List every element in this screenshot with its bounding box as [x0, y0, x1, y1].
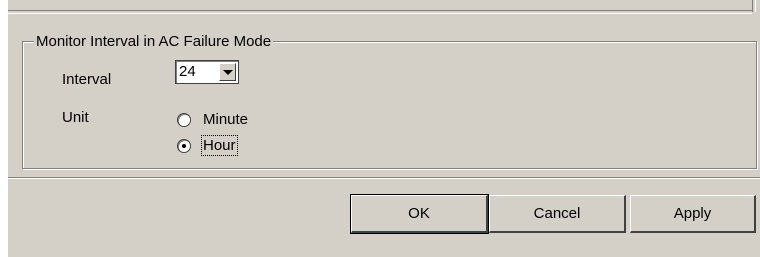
- radio-hour-circle[interactable]: [177, 139, 191, 153]
- apply-button[interactable]: Apply: [630, 195, 756, 233]
- chevron-down-icon[interactable]: [219, 63, 236, 81]
- group-title: Monitor Interval in AC Failure Mode: [34, 33, 274, 50]
- unit-label: Unit: [62, 109, 89, 126]
- button-separator: [8, 177, 760, 179]
- radio-minute-circle[interactable]: [177, 113, 191, 127]
- radio-selected-dot: [182, 144, 186, 148]
- monitor-interval-group: [22, 41, 757, 169]
- interval-label: Interval: [62, 71, 112, 88]
- interval-value: 24: [179, 63, 196, 80]
- interval-combobox[interactable]: 24: [175, 60, 239, 84]
- radio-hour-label: Hour: [201, 135, 238, 156]
- ok-button[interactable]: OK: [350, 194, 489, 234]
- top-divider: [8, 10, 752, 14]
- radio-minute-label: Minute: [203, 111, 249, 128]
- cancel-button[interactable]: Cancel: [489, 195, 626, 233]
- radio-hour[interactable]: Hour: [177, 135, 257, 157]
- ac-failure-dialog: Monitor Interval in AC Failure Mode Inte…: [0, 0, 760, 257]
- radio-minute[interactable]: Minute: [177, 111, 267, 131]
- right-divider: [752, 0, 756, 12]
